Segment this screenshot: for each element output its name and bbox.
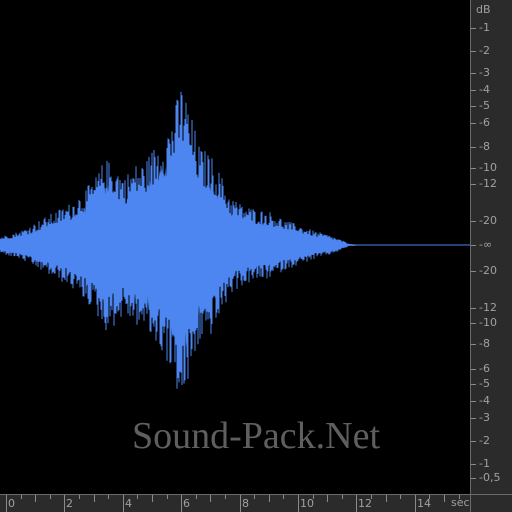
time-minor-tick <box>137 495 138 499</box>
db-label: -8 <box>479 337 490 350</box>
db-tick <box>471 369 476 370</box>
time-minor-tick <box>152 495 153 502</box>
db-label: -2 <box>479 434 490 447</box>
db-label: -8 <box>479 140 490 153</box>
db-tick <box>471 441 476 442</box>
db-tick <box>471 418 476 419</box>
db-label: -0,5 <box>479 471 501 484</box>
db-tick <box>471 28 476 29</box>
db-label: -6 <box>479 362 490 375</box>
db-tick <box>471 401 476 402</box>
db-tick <box>471 221 476 222</box>
db-label: -3 <box>479 411 490 424</box>
time-minor-tick <box>94 495 95 502</box>
time-label: 2 <box>66 497 73 510</box>
time-label: 10 <box>300 497 314 510</box>
time-minor-tick <box>35 495 36 502</box>
time-minor-tick <box>254 495 255 499</box>
time-label: 12 <box>358 497 372 510</box>
time-label: 6 <box>183 497 190 510</box>
time-minor-tick <box>444 495 445 502</box>
time-major-tick <box>6 495 7 512</box>
db-label: -4 <box>479 83 490 96</box>
time-unit-corner: sec <box>451 494 512 512</box>
time-minor-tick <box>50 495 51 499</box>
db-tick <box>471 384 476 385</box>
time-major-tick <box>298 495 299 512</box>
db-label: -3 <box>479 66 490 79</box>
time-major-tick <box>64 495 65 512</box>
db-tick <box>471 73 476 74</box>
time-major-tick <box>356 495 357 512</box>
db-tick <box>471 245 476 246</box>
db-label: -5 <box>479 99 490 112</box>
db-tick <box>471 123 476 124</box>
db-label: -10 <box>479 316 497 329</box>
db-center-label: -∞ <box>479 238 493 251</box>
db-tick <box>471 344 476 345</box>
db-scale-ruler[interactable]: dB -1 -2 -3 -4 -5 -6 -8 -10 -12 -20 -∞ -20 -12 -10 -8 -… <box>470 0 512 494</box>
time-label: 4 <box>125 497 132 510</box>
db-label: -12 <box>479 177 497 190</box>
waveform-body <box>0 91 360 389</box>
time-major-tick <box>181 495 182 512</box>
time-minor-tick <box>79 495 80 499</box>
db-tick <box>471 168 476 169</box>
time-minor-tick <box>400 495 401 499</box>
db-label: -6 <box>479 116 490 129</box>
time-minor-tick <box>108 495 109 499</box>
db-tick <box>471 90 476 91</box>
time-major-tick <box>415 495 416 512</box>
time-minor-tick <box>210 495 211 502</box>
time-major-tick <box>240 495 241 512</box>
db-tick <box>471 147 476 148</box>
time-label: 8 <box>242 497 249 510</box>
db-label: -20 <box>479 214 497 227</box>
time-unit-label: sec <box>451 496 470 509</box>
time-minor-tick <box>283 495 284 499</box>
db-tick <box>471 106 476 107</box>
db-tick <box>471 51 476 52</box>
time-minor-tick <box>269 495 270 502</box>
db-label: -5 <box>479 377 490 390</box>
db-label: -20 <box>479 264 497 277</box>
db-unit-label: dB <box>476 3 491 16</box>
db-tick <box>471 323 476 324</box>
time-label: 0 <box>8 497 15 510</box>
db-label: -1 <box>479 21 490 34</box>
db-tick <box>471 271 476 272</box>
time-minor-tick <box>21 495 22 499</box>
db-label: -1 <box>479 457 490 470</box>
db-tick <box>471 184 476 185</box>
time-label: 14 <box>417 497 431 510</box>
time-minor-tick <box>196 495 197 499</box>
db-label: -2 <box>479 44 490 57</box>
db-tick <box>471 478 476 479</box>
time-major-tick <box>123 495 124 512</box>
db-label: -10 <box>479 161 497 174</box>
waveform-canvas[interactable] <box>0 0 470 494</box>
db-label: -4 <box>479 394 490 407</box>
time-scale-ruler[interactable]: 0 2 4 6 8 10 12 14 <box>0 494 470 512</box>
db-label: -12 <box>479 301 497 314</box>
time-minor-tick <box>342 495 343 499</box>
time-minor-tick <box>327 495 328 502</box>
time-minor-tick <box>225 495 226 499</box>
time-minor-tick <box>386 495 387 502</box>
time-minor-tick <box>167 495 168 499</box>
db-tick <box>471 464 476 465</box>
waveform-graph[interactable] <box>0 0 470 494</box>
db-tick <box>471 308 476 309</box>
